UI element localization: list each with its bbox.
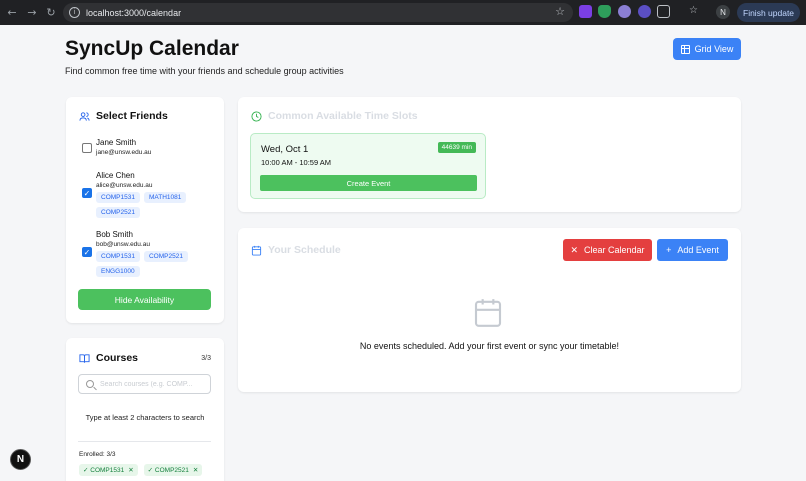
slot-duration-badge: 44639 min	[437, 142, 476, 153]
course-tag: COMP1531	[96, 251, 140, 262]
friend-name: Bob Smith	[96, 230, 133, 239]
friend-name: Alice Chen	[96, 171, 135, 180]
enrolled-course-code: ✓ COMP1531	[83, 467, 125, 474]
grid-view-label: Grid View	[694, 44, 734, 54]
close-icon: ✕	[570, 244, 578, 255]
dev-tools-badge[interactable]: N	[10, 449, 31, 470]
enrolled-label: Enrolled: 3/3	[79, 451, 116, 458]
shield-extension-icon[interactable]	[598, 5, 611, 18]
courses-count: 3/3	[201, 355, 211, 362]
select-friends-card: Select Friends Jane Smith jane@unsw.edu.…	[66, 97, 224, 323]
course-tag: COMP2521	[143, 251, 188, 262]
schedule-card: Your Schedule ✕ Clear Calendar + Add Eve…	[238, 228, 741, 392]
profile-avatar[interactable]: N	[716, 5, 730, 19]
clock-icon	[251, 110, 262, 122]
select-friends-title: Select Friends	[96, 110, 168, 122]
grid-view-button[interactable]: Grid View	[673, 38, 741, 60]
extension-icon[interactable]	[638, 5, 651, 18]
site-info-icon[interactable]: i	[69, 7, 80, 18]
finish-update-button[interactable]: Finish update	[737, 3, 801, 22]
friend-course-tags: COMP1531 MATH1081 COMP2521	[96, 192, 216, 218]
course-search-box[interactable]	[78, 374, 211, 394]
add-event-button[interactable]: + Add Event	[657, 239, 728, 261]
time-slots-card: Common Available Time Slots Wed, Oct 1 1…	[238, 97, 741, 212]
schedule-header: Your Schedule	[251, 244, 341, 256]
enrolled-course-tag: ✓ COMP2521 ✕	[143, 464, 203, 476]
grid-icon	[680, 44, 690, 54]
clear-calendar-label: Clear Calendar	[584, 245, 645, 255]
reload-icon[interactable]: ↻	[42, 3, 60, 21]
courses-card: Courses 3/3 Type at least 2 characters t…	[66, 338, 224, 481]
courses-header: Courses	[79, 352, 138, 364]
friend-email: bob@unsw.edu.au	[96, 241, 150, 248]
bookmark-star-icon[interactable]: ☆	[689, 5, 698, 16]
empty-calendar-icon	[474, 299, 502, 327]
extension-icon[interactable]	[579, 5, 592, 18]
course-search-input[interactable]	[100, 380, 210, 388]
calendar-icon	[251, 245, 262, 256]
page-title: SyncUp Calendar	[65, 37, 239, 60]
add-event-label: Add Event	[677, 245, 719, 255]
puzzle-extensions-icon[interactable]	[657, 5, 670, 18]
plus-icon: +	[666, 245, 672, 255]
friend-checkbox[interactable]	[82, 143, 92, 153]
friend-email: alice@unsw.edu.au	[96, 182, 153, 189]
users-icon	[79, 111, 90, 121]
extension-icon[interactable]	[618, 5, 631, 18]
enrolled-course-tags: ✓ COMP1531 ✕ ✓ COMP2521 ✕	[79, 464, 203, 476]
course-tag: MATH1081	[143, 192, 187, 203]
address-bar[interactable]: i localhost:3000/calendar ☆	[63, 3, 573, 22]
time-slot-card: Wed, Oct 1 10:00 AM - 10:59 AM 44639 min…	[250, 133, 486, 199]
remove-course-icon[interactable]: ✕	[128, 466, 133, 474]
enrolled-course-tag: ✓ COMP1531 ✕	[79, 464, 138, 476]
remove-course-icon[interactable]: ✕	[193, 466, 198, 474]
search-icon	[86, 380, 94, 388]
search-hint: Type at least 2 characters to search	[85, 413, 205, 422]
courses-title: Courses	[96, 352, 139, 364]
schedule-title: Your Schedule	[268, 244, 341, 256]
clear-calendar-button[interactable]: ✕ Clear Calendar	[563, 239, 652, 261]
friend-course-tags: COMP1531 COMP2521 ENGG1000	[96, 251, 216, 277]
course-tag: COMP1531	[96, 192, 140, 203]
book-open-icon	[79, 353, 90, 363]
time-slots-header: Common Available Time Slots	[251, 110, 418, 122]
course-tag: ENGG1000	[96, 266, 140, 277]
friend-email: jane@unsw.edu.au	[96, 149, 152, 156]
time-slots-title: Common Available Time Slots	[268, 110, 418, 122]
empty-schedule-message: No events scheduled. Add your first even…	[359, 341, 620, 351]
page-subtitle: Find common free time with your friends …	[65, 66, 344, 76]
divider	[78, 441, 211, 442]
friend-checkbox[interactable]: ✓	[82, 247, 92, 257]
bookmark-star-icon[interactable]: ☆	[555, 5, 565, 18]
slot-time: 10:00 AM - 10:59 AM	[261, 158, 332, 167]
address-url: localhost:3000/calendar	[86, 7, 182, 18]
slot-day: Wed, Oct 1	[261, 144, 309, 155]
forward-icon[interactable]: →	[23, 3, 41, 21]
back-icon[interactable]: ←	[3, 3, 21, 21]
course-tag: COMP2521	[96, 207, 140, 218]
friend-name: Jane Smith	[96, 138, 137, 147]
create-event-button[interactable]: Create Event	[260, 175, 477, 191]
friend-checkbox[interactable]: ✓	[82, 188, 92, 198]
enrolled-course-code: ✓ COMP2521	[147, 467, 189, 474]
hide-availability-button[interactable]: Hide Availability	[78, 289, 211, 310]
browser-toolbar: ← → ↻ i localhost:3000/calendar ☆ ☆ N Fi…	[0, 0, 806, 25]
select-friends-header: Select Friends	[79, 110, 168, 122]
